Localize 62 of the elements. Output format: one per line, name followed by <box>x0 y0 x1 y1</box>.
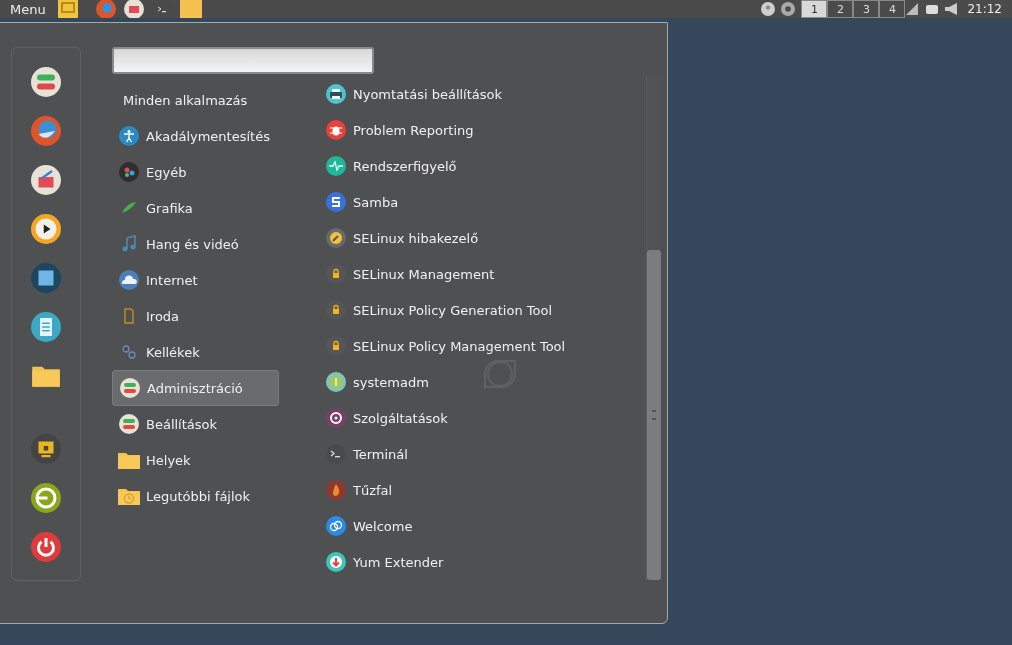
pulse-icon <box>325 156 347 176</box>
cloud-icon <box>118 270 140 290</box>
category-item[interactable]: Internet <box>112 262 279 298</box>
menu-button[interactable]: Menu <box>10 1 46 17</box>
lock-icon <box>325 264 347 284</box>
download-icon <box>325 552 347 572</box>
scrollbar-thumb[interactable] <box>647 250 661 580</box>
settings-icon <box>118 414 140 434</box>
clock[interactable]: 21:12 <box>967 2 1002 16</box>
application-item[interactable]: SELinux hibakezelő <box>321 220 646 256</box>
application-item[interactable]: Samba <box>321 184 646 220</box>
recent-folder-icon <box>118 486 140 506</box>
workspace-button[interactable]: 4 <box>879 0 906 18</box>
category-item[interactable]: Egyéb <box>112 154 279 190</box>
application-item[interactable]: Tűzfal <box>321 472 646 508</box>
application-item[interactable]: Problem Reporting <box>321 112 646 148</box>
application-item[interactable]: SELinux Policy Generation Tool <box>321 292 646 328</box>
application-item[interactable]: SELinux Policy Management Tool <box>321 328 646 364</box>
link-icon <box>325 516 347 536</box>
terminal-icon <box>325 444 347 464</box>
mail-icon <box>123 0 144 18</box>
category-item[interactable]: Akadálymentesítés <box>112 118 279 154</box>
application-item[interactable]: systemadm <box>321 364 646 400</box>
wrench-icon <box>325 228 347 248</box>
printer-icon <box>325 84 347 104</box>
application-item[interactable]: Welcome <box>321 508 646 544</box>
application-item[interactable]: Rendszerfigyelő <box>321 148 646 184</box>
category-item[interactable]: Beállítások <box>112 406 279 442</box>
power-icon <box>325 372 347 392</box>
samba-icon <box>325 192 347 212</box>
folder-icon <box>118 450 140 470</box>
battery-icon <box>925 2 940 16</box>
workspace-button[interactable]: 3 <box>853 0 880 18</box>
accessibility-icon <box>118 126 140 146</box>
application-item[interactable]: Yum Extender <box>321 544 646 580</box>
application-item[interactable]: SELinux Management <box>321 256 646 292</box>
application-item[interactable]: Nyomtatási beállítások <box>321 76 646 112</box>
category-item[interactable]: Adminisztráció <box>112 370 279 406</box>
category-item[interactable]: Grafika <box>112 190 279 226</box>
volume-icon <box>945 3 958 15</box>
scrollbar[interactable] <box>646 76 661 580</box>
application-item[interactable]: Terminál <box>321 436 646 472</box>
folder-icon <box>179 0 202 18</box>
category-item[interactable]: Legutóbbi fájlok <box>112 478 279 514</box>
browser-icon <box>95 0 116 18</box>
lock-icon <box>325 300 347 320</box>
desktop-icon <box>57 0 78 18</box>
workspace-button[interactable]: 2 <box>827 0 854 18</box>
flame-icon <box>325 480 347 500</box>
workspace-button[interactable]: 1 <box>801 0 828 18</box>
gears-icon <box>118 162 140 182</box>
category-item[interactable]: Kellékek <box>112 334 279 370</box>
settings-icon <box>119 378 141 398</box>
network-icon <box>905 2 920 16</box>
application-item[interactable]: Szolgáltatások <box>321 400 646 436</box>
bug-icon <box>325 120 347 140</box>
category-item[interactable]: Hang és videó <box>112 226 279 262</box>
lock-icon <box>325 336 347 356</box>
category-item[interactable]: Iroda <box>112 298 279 334</box>
search-field[interactable] <box>112 47 374 74</box>
category-item[interactable]: Helyek <box>112 442 279 478</box>
category-item[interactable]: Minden alkalmazás <box>112 82 279 118</box>
